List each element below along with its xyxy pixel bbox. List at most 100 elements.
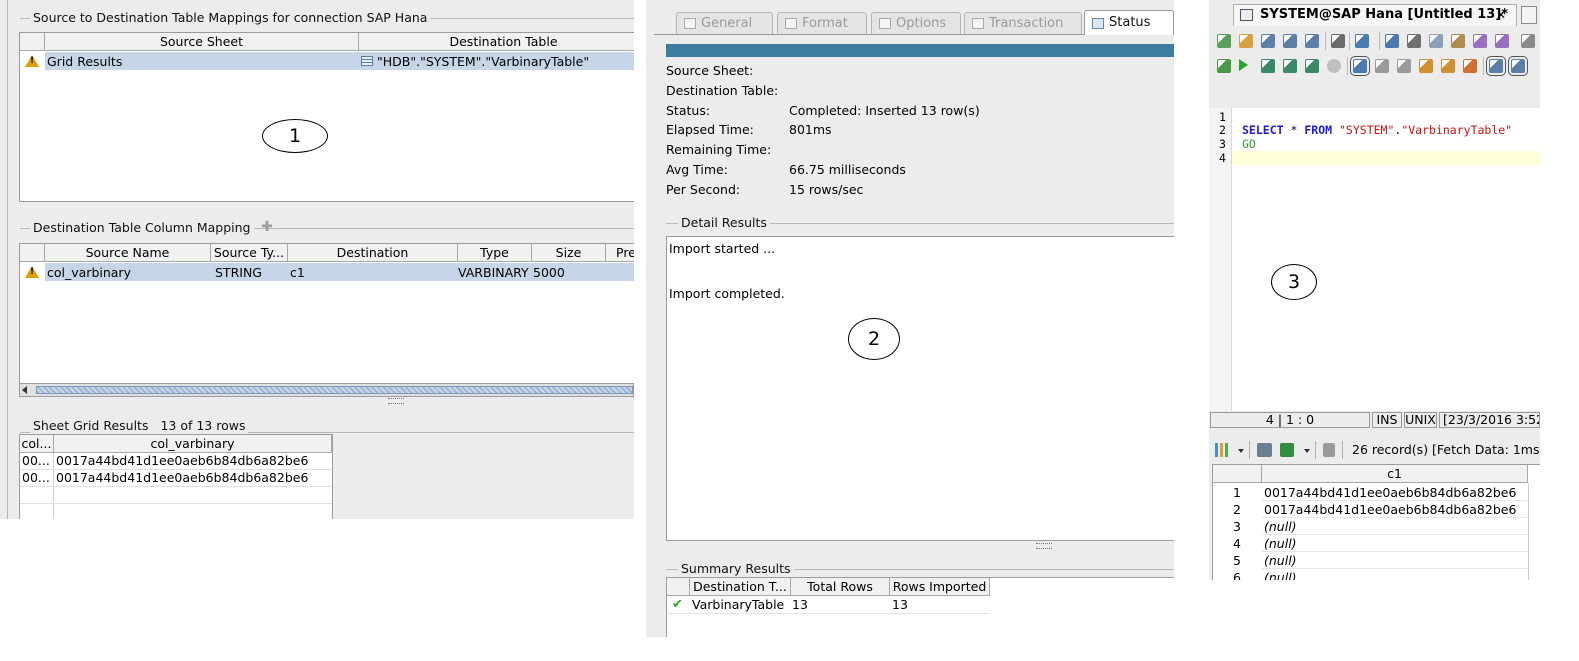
horizontal-scrollbar[interactable] bbox=[19, 383, 634, 397]
summary-grid[interactable]: Destination T... Total Rows Rows Importe… bbox=[666, 577, 1174, 637]
run-step-icon[interactable] bbox=[1261, 59, 1275, 73]
import-status-panel: General Format Options Transaction Statu… bbox=[646, 0, 1174, 637]
destination-cell: c1 bbox=[290, 265, 305, 280]
select-icon[interactable] bbox=[1385, 34, 1399, 48]
tab-status[interactable]: Status bbox=[1084, 10, 1174, 35]
result-grid[interactable]: c1 1 0017a44bd41d1ee0aeb6b84db6a82be6 2 001… bbox=[1212, 464, 1540, 580]
table-mapping-grid[interactable]: Source Sheet Destination Table Grid Resu… bbox=[19, 32, 634, 202]
panel-left-edge bbox=[7, 0, 8, 519]
column-header-type[interactable]: Type bbox=[458, 244, 532, 262]
row-header-corner bbox=[20, 244, 45, 262]
new-file-icon[interactable] bbox=[1217, 34, 1231, 48]
column-header-destination-table[interactable]: Destination Table bbox=[359, 33, 634, 51]
result-cell: 0017a44bd41d1ee0aeb6b84db6a82be6 bbox=[1264, 502, 1517, 517]
save-all-icon[interactable] bbox=[1305, 34, 1319, 48]
run-script-icon[interactable] bbox=[1305, 59, 1319, 73]
table-row[interactable]: 1 0017a44bd41d1ee0aeb6b84db6a82be6 bbox=[1213, 484, 1540, 501]
warning-icon bbox=[25, 55, 39, 67]
query-builder-icon[interactable] bbox=[1350, 56, 1370, 76]
tools3-icon[interactable] bbox=[1463, 59, 1477, 73]
editor-tab-title: SYSTEM@SAP Hana [Untitled 13]* bbox=[1260, 7, 1509, 22]
dropdown-arrow-icon[interactable] bbox=[1304, 449, 1310, 453]
line-ending[interactable]: UNIX bbox=[1404, 412, 1437, 428]
dropdown-arrow-icon[interactable] bbox=[1238, 449, 1244, 453]
column-header-col-varbinary[interactable]: col_varbinary bbox=[54, 435, 332, 453]
tools-icon[interactable] bbox=[1419, 59, 1433, 73]
detail-results-area[interactable]: Import started ... Import completed. bbox=[666, 236, 1174, 541]
table-row[interactable]: 2 0017a44bd41d1ee0aeb6b84db6a82be6 bbox=[1213, 501, 1540, 518]
close-tab-icon[interactable]: ✕ bbox=[1496, 8, 1506, 22]
scroll-left-arrow[interactable] bbox=[22, 386, 27, 394]
line-number: 3 bbox=[1219, 137, 1226, 151]
export-icon[interactable] bbox=[1257, 443, 1272, 457]
properties-icon[interactable] bbox=[1355, 34, 1369, 48]
table-row[interactable]: 00... 0017a44bd41d1ee0aeb6b84db6a82be6 bbox=[20, 453, 332, 470]
editor-tab[interactable]: SYSTEM@SAP Hana [Untitled 13]* ✕ bbox=[1233, 4, 1517, 26]
table-row[interactable]: 00... 0017a44bd41d1ee0aeb6b84db6a82be6 bbox=[20, 470, 332, 487]
splitter-grip[interactable] bbox=[1036, 543, 1052, 549]
column-header-total-rows[interactable]: Total Rows bbox=[791, 578, 890, 596]
excel-icon[interactable] bbox=[1280, 443, 1294, 457]
tab-options[interactable]: Options bbox=[871, 12, 961, 34]
column-header-source-type[interactable]: Source Ty... bbox=[211, 244, 288, 262]
layout2-icon[interactable] bbox=[1508, 56, 1528, 76]
tab-transaction[interactable]: Transaction bbox=[964, 12, 1082, 34]
run-icon[interactable] bbox=[1239, 59, 1248, 71]
table-row[interactable]: 3 (null) bbox=[1213, 518, 1540, 535]
column-header-precision[interactable]: Pre bbox=[606, 244, 634, 262]
tab-format[interactable]: Format bbox=[777, 12, 867, 34]
splitter-grip[interactable] bbox=[388, 398, 404, 404]
undo-icon[interactable] bbox=[1473, 34, 1487, 48]
find-icon[interactable] bbox=[1521, 34, 1535, 48]
open-file-icon[interactable] bbox=[1239, 34, 1253, 48]
column-header-source-sheet[interactable]: Source Sheet bbox=[45, 33, 359, 51]
column-header-destination[interactable]: Destination bbox=[288, 244, 458, 262]
format-icon[interactable] bbox=[1375, 59, 1389, 73]
row-header-corner bbox=[20, 33, 45, 51]
save-as-icon[interactable] bbox=[1283, 34, 1297, 48]
column-header-rows-imported[interactable]: Rows Imported bbox=[890, 578, 990, 596]
column-header-destination-table[interactable]: Destination T... bbox=[690, 578, 791, 596]
sql-editor[interactable]: 1 2 3 4 SELECT * FROM "SYSTEM"."Varbinar… bbox=[1209, 108, 1540, 411]
settings-icon[interactable] bbox=[1217, 59, 1231, 73]
result-grid-right-edge bbox=[1528, 483, 1529, 580]
result-cell: 0017a44bd41d1ee0aeb6b84db6a82be6 bbox=[1264, 485, 1517, 500]
fetch-icon[interactable] bbox=[1323, 443, 1335, 457]
save-icon[interactable] bbox=[1261, 34, 1275, 48]
explain-icon[interactable] bbox=[1397, 59, 1411, 73]
column-header-c1[interactable]: c1 bbox=[1262, 465, 1528, 483]
type-cell: VARBINARY bbox=[458, 265, 529, 280]
chart-icon[interactable] bbox=[1215, 443, 1231, 457]
stop-icon[interactable] bbox=[1327, 59, 1341, 73]
table-row[interactable]: 5 (null) bbox=[1213, 552, 1540, 569]
column-header-col[interactable]: col... bbox=[20, 435, 54, 453]
table-row[interactable]: ✔ VarbinaryTable 13 13 bbox=[667, 596, 990, 614]
add-column-icon[interactable]: ✚ bbox=[260, 220, 274, 234]
scroll-thumb[interactable] bbox=[36, 386, 633, 394]
toolbar-separator bbox=[1347, 57, 1348, 75]
cut-icon[interactable] bbox=[1407, 34, 1421, 48]
copy-icon[interactable] bbox=[1429, 34, 1443, 48]
layout-icon[interactable] bbox=[1486, 56, 1506, 76]
summary-fieldset-title: Summary Results bbox=[678, 561, 794, 576]
column-mapping-grid[interactable]: Source Name Source Ty... Destination Typ… bbox=[19, 243, 634, 385]
redo-icon[interactable] bbox=[1495, 34, 1509, 48]
tab-general[interactable]: General bbox=[676, 12, 773, 34]
empty-row bbox=[20, 487, 332, 504]
status-value: 801ms bbox=[789, 122, 832, 138]
insert-mode[interactable]: INS bbox=[1372, 412, 1402, 428]
paste-icon[interactable] bbox=[1451, 34, 1465, 48]
sheet-grid[interactable]: col... col_varbinary 00... 0017a44bd41d1… bbox=[19, 434, 333, 519]
column-header-size[interactable]: Size bbox=[532, 244, 606, 262]
print-icon[interactable] bbox=[1331, 34, 1345, 48]
tab-label: General bbox=[701, 16, 753, 31]
summary-table-cell: VarbinaryTable bbox=[692, 597, 785, 612]
next-tab-icon[interactable] bbox=[1521, 6, 1537, 24]
sql-editor-panel: SYSTEM@SAP Hana [Untitled 13]* ✕ 1 2 3 4… bbox=[1209, 0, 1540, 580]
tools2-icon[interactable] bbox=[1441, 59, 1455, 73]
column-header-source-name[interactable]: Source Name bbox=[45, 244, 211, 262]
sql-keyword: FROM bbox=[1304, 123, 1333, 137]
run-current-icon[interactable] bbox=[1283, 59, 1297, 73]
table-row[interactable]: 4 (null) bbox=[1213, 535, 1540, 552]
table-row[interactable]: 6 (null) bbox=[1213, 569, 1540, 580]
